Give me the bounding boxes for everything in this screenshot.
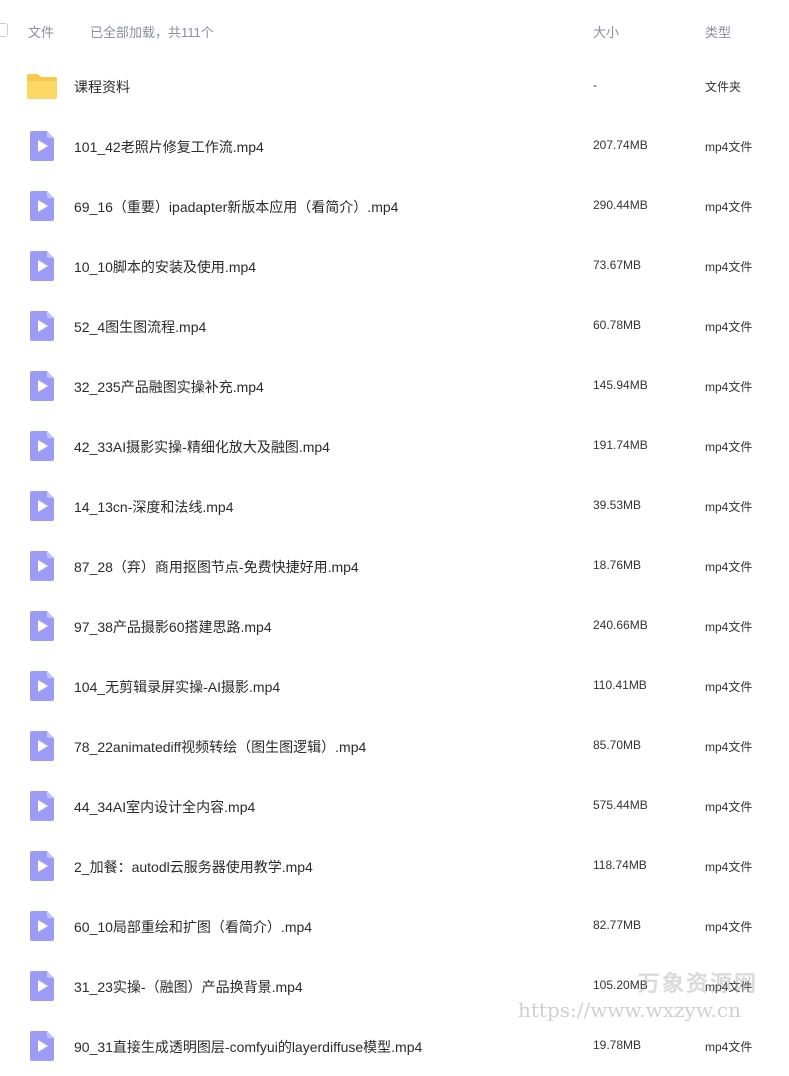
video-file-icon (26, 730, 58, 762)
file-row[interactable]: 87_28（弃）商用抠图节点-免费快捷好用.mp4 18.76MB mp4文件 (0, 536, 789, 596)
file-type: 文件夹 (705, 80, 742, 94)
load-status-text: 已全部加载，共111个 (90, 25, 214, 40)
file-list-header: 文件 已全部加载，共111个 大小 类型 (0, 0, 789, 60)
file-type: mp4文件 (705, 560, 753, 574)
watermark-brand: 万象资源网 (638, 971, 759, 996)
video-file-icon (26, 250, 58, 282)
file-list: 课程资料 - 文件夹 101_42老照片修复工作流.mp4 207.74MB mp4文件 6… (0, 56, 789, 1076)
file-name[interactable]: 90_31直接生成透明图层-comfyui的layerdiffuse模型.mp4 (74, 1037, 422, 1057)
file-type: mp4文件 (705, 380, 753, 394)
file-size: 110.41MB (593, 678, 647, 692)
file-name[interactable]: 42_33AI摄影实操-精细化放大及融图.mp4 (74, 437, 330, 457)
video-file-icon (26, 490, 58, 522)
file-size: 118.74MB (593, 858, 647, 872)
file-name[interactable]: 44_34AI室内设计全内容.mp4 (74, 797, 255, 817)
file-name[interactable]: 101_42老照片修复工作流.mp4 (74, 137, 264, 157)
file-type: mp4文件 (705, 920, 753, 934)
file-name[interactable]: 31_23实操-（融图）产品换背景.mp4 (74, 977, 303, 997)
file-row[interactable]: 2_加餐：autodl云服务器使用教学.mp4 118.74MB mp4文件 (0, 836, 789, 896)
video-file-icon (26, 970, 58, 1002)
file-name[interactable]: 10_10脚本的安装及使用.mp4 (74, 257, 256, 277)
watermark-url: https://www.wxzyw.cn (518, 998, 741, 1022)
file-size: 39.53MB (593, 498, 642, 512)
file-size: 207.74MB (593, 138, 648, 152)
file-row[interactable]: 课程资料 - 文件夹 (0, 56, 789, 116)
video-file-icon (26, 670, 58, 702)
file-size: 60.78MB (593, 318, 642, 332)
file-name[interactable]: 104_无剪辑录屏实操-AI摄影.mp4 (74, 677, 280, 697)
video-file-icon (26, 790, 58, 822)
file-name[interactable]: 32_235产品融图实操补充.mp4 (74, 377, 264, 397)
file-name[interactable]: 60_10局部重绘和扩图（看简介）.mp4 (74, 917, 312, 937)
file-name[interactable]: 课程资料 (74, 77, 130, 97)
file-type: mp4文件 (705, 260, 753, 274)
file-size: 290.44MB (593, 198, 648, 212)
column-header-file[interactable]: 文件 (28, 22, 54, 41)
file-row[interactable]: 90_31直接生成透明图层-comfyui的layerdiffuse模型.mp4… (0, 1016, 789, 1076)
file-size: 575.44MB (593, 798, 648, 812)
file-row[interactable]: 14_13cn-深度和法线.mp4 39.53MB mp4文件 (0, 476, 789, 536)
file-type: mp4文件 (705, 440, 753, 454)
file-type: mp4文件 (705, 320, 753, 334)
file-name[interactable]: 97_38产品摄影60搭建思路.mp4 (74, 617, 272, 637)
file-type: mp4文件 (705, 1040, 753, 1054)
column-header-type[interactable]: 类型 (705, 22, 731, 41)
select-all-checkbox[interactable] (0, 23, 8, 37)
file-row[interactable]: 69_16（重要）ipadapter新版本应用（看简介）.mp4 290.44MB… (0, 176, 789, 236)
file-row[interactable]: 42_33AI摄影实操-精细化放大及融图.mp4 191.74MB mp4文件 (0, 416, 789, 476)
video-file-icon (26, 850, 58, 882)
file-size: 18.76MB (593, 558, 642, 572)
file-type: mp4文件 (705, 860, 753, 874)
file-row[interactable]: 60_10局部重绘和扩图（看简介）.mp4 82.77MB mp4文件 (0, 896, 789, 956)
file-size: 145.94MB (593, 378, 648, 392)
file-size: 73.67MB (593, 258, 642, 272)
file-name[interactable]: 52_4图生图流程.mp4 (74, 317, 206, 337)
file-row[interactable]: 52_4图生图流程.mp4 60.78MB mp4文件 (0, 296, 789, 356)
file-type: mp4文件 (705, 500, 753, 514)
file-name[interactable]: 2_加餐：autodl云服务器使用教学.mp4 (74, 857, 313, 877)
file-row[interactable]: 32_235产品融图实操补充.mp4 145.94MB mp4文件 (0, 356, 789, 416)
file-size: 191.74MB (593, 438, 648, 452)
file-size: 240.66MB (593, 618, 648, 632)
file-type: mp4文件 (705, 680, 753, 694)
video-file-icon (26, 1030, 58, 1062)
file-size: 82.77MB (593, 918, 642, 932)
file-size: 85.70MB (593, 738, 642, 752)
file-size: - (593, 78, 597, 92)
video-file-icon (26, 190, 58, 222)
video-file-icon (26, 610, 58, 642)
column-header-size[interactable]: 大小 (593, 22, 619, 41)
file-row[interactable]: 101_42老照片修复工作流.mp4 207.74MB mp4文件 (0, 116, 789, 176)
file-row[interactable]: 44_34AI室内设计全内容.mp4 575.44MB mp4文件 (0, 776, 789, 836)
folder-icon (26, 70, 58, 102)
file-size: 19.78MB (593, 1038, 642, 1052)
file-row[interactable]: 78_22animatediff视频转绘（图生图逻辑）.mp4 85.70MB mp… (0, 716, 789, 776)
file-name[interactable]: 69_16（重要）ipadapter新版本应用（看简介）.mp4 (74, 197, 398, 217)
video-file-icon (26, 430, 58, 462)
file-type: mp4文件 (705, 200, 753, 214)
video-file-icon (26, 370, 58, 402)
video-file-icon (26, 910, 58, 942)
video-file-icon (26, 130, 58, 162)
file-name[interactable]: 78_22animatediff视频转绘（图生图逻辑）.mp4 (74, 737, 366, 757)
file-type: mp4文件 (705, 140, 753, 154)
file-type: mp4文件 (705, 620, 753, 634)
file-row[interactable]: 97_38产品摄影60搭建思路.mp4 240.66MB mp4文件 (0, 596, 789, 656)
video-file-icon (26, 310, 58, 342)
video-file-icon (26, 550, 58, 582)
file-type: mp4文件 (705, 800, 753, 814)
file-type: mp4文件 (705, 740, 753, 754)
file-row[interactable]: 104_无剪辑录屏实操-AI摄影.mp4 110.41MB mp4文件 (0, 656, 789, 716)
file-name[interactable]: 87_28（弃）商用抠图节点-免费快捷好用.mp4 (74, 557, 359, 577)
file-name[interactable]: 14_13cn-深度和法线.mp4 (74, 497, 234, 517)
file-row[interactable]: 10_10脚本的安装及使用.mp4 73.67MB mp4文件 (0, 236, 789, 296)
